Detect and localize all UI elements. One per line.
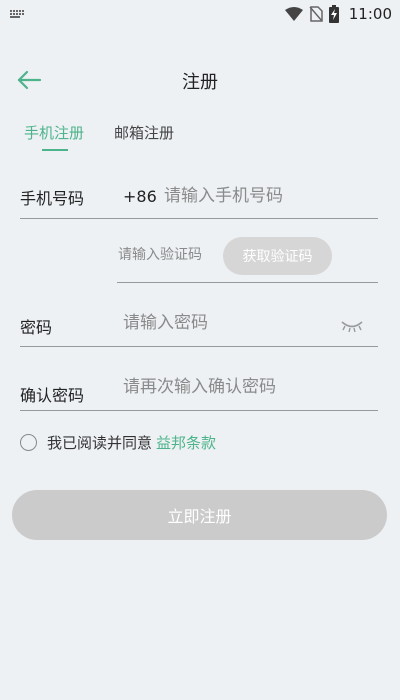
- phone-divider: [20, 218, 378, 219]
- phone-label: 手机号码: [20, 189, 85, 208]
- register-screen: 11:00 注册 手机注册 邮箱注册 手机号码 +86 获取验证码 密码: [0, 0, 400, 700]
- verification-code-input[interactable]: [118, 244, 220, 266]
- agreement-row: 我已阅读并同意 益邦条款: [20, 432, 216, 453]
- status-icons: 11:00: [284, 5, 392, 23]
- register-tabs: 手机注册 邮箱注册: [24, 122, 174, 151]
- confirm-password-input[interactable]: [123, 373, 373, 401]
- code-divider: [117, 282, 378, 283]
- battery-charging-icon: [328, 5, 339, 23]
- tab-email-register[interactable]: 邮箱注册: [114, 122, 174, 151]
- terms-link[interactable]: 益邦条款: [156, 432, 216, 453]
- password-divider: [20, 346, 378, 347]
- eye-closed-icon: [341, 321, 363, 333]
- tab-phone-register[interactable]: 手机注册: [24, 122, 84, 151]
- wifi-icon: [284, 7, 303, 21]
- password-label: 密码: [20, 318, 53, 337]
- confirm-password-label: 确认密码: [20, 386, 85, 405]
- header: 注册: [0, 60, 400, 100]
- status-bar: 11:00: [0, 0, 400, 28]
- password-visibility-toggle[interactable]: [340, 318, 364, 334]
- get-code-button[interactable]: 获取验证码: [223, 237, 332, 275]
- no-sim-icon: [309, 6, 323, 22]
- country-code[interactable]: +86: [123, 187, 157, 206]
- agreement-checkbox[interactable]: [20, 434, 37, 451]
- phone-row: 手机号码: [20, 184, 84, 210]
- status-time: 11:00: [348, 5, 392, 23]
- password-input[interactable]: [123, 309, 333, 337]
- phone-input[interactable]: [164, 182, 374, 210]
- keyboard-icon: [10, 10, 24, 18]
- confirm-divider: [20, 410, 378, 411]
- register-button[interactable]: 立即注册: [12, 490, 387, 540]
- agreement-text: 我已阅读并同意: [47, 434, 153, 452]
- page-title: 注册: [182, 72, 218, 93]
